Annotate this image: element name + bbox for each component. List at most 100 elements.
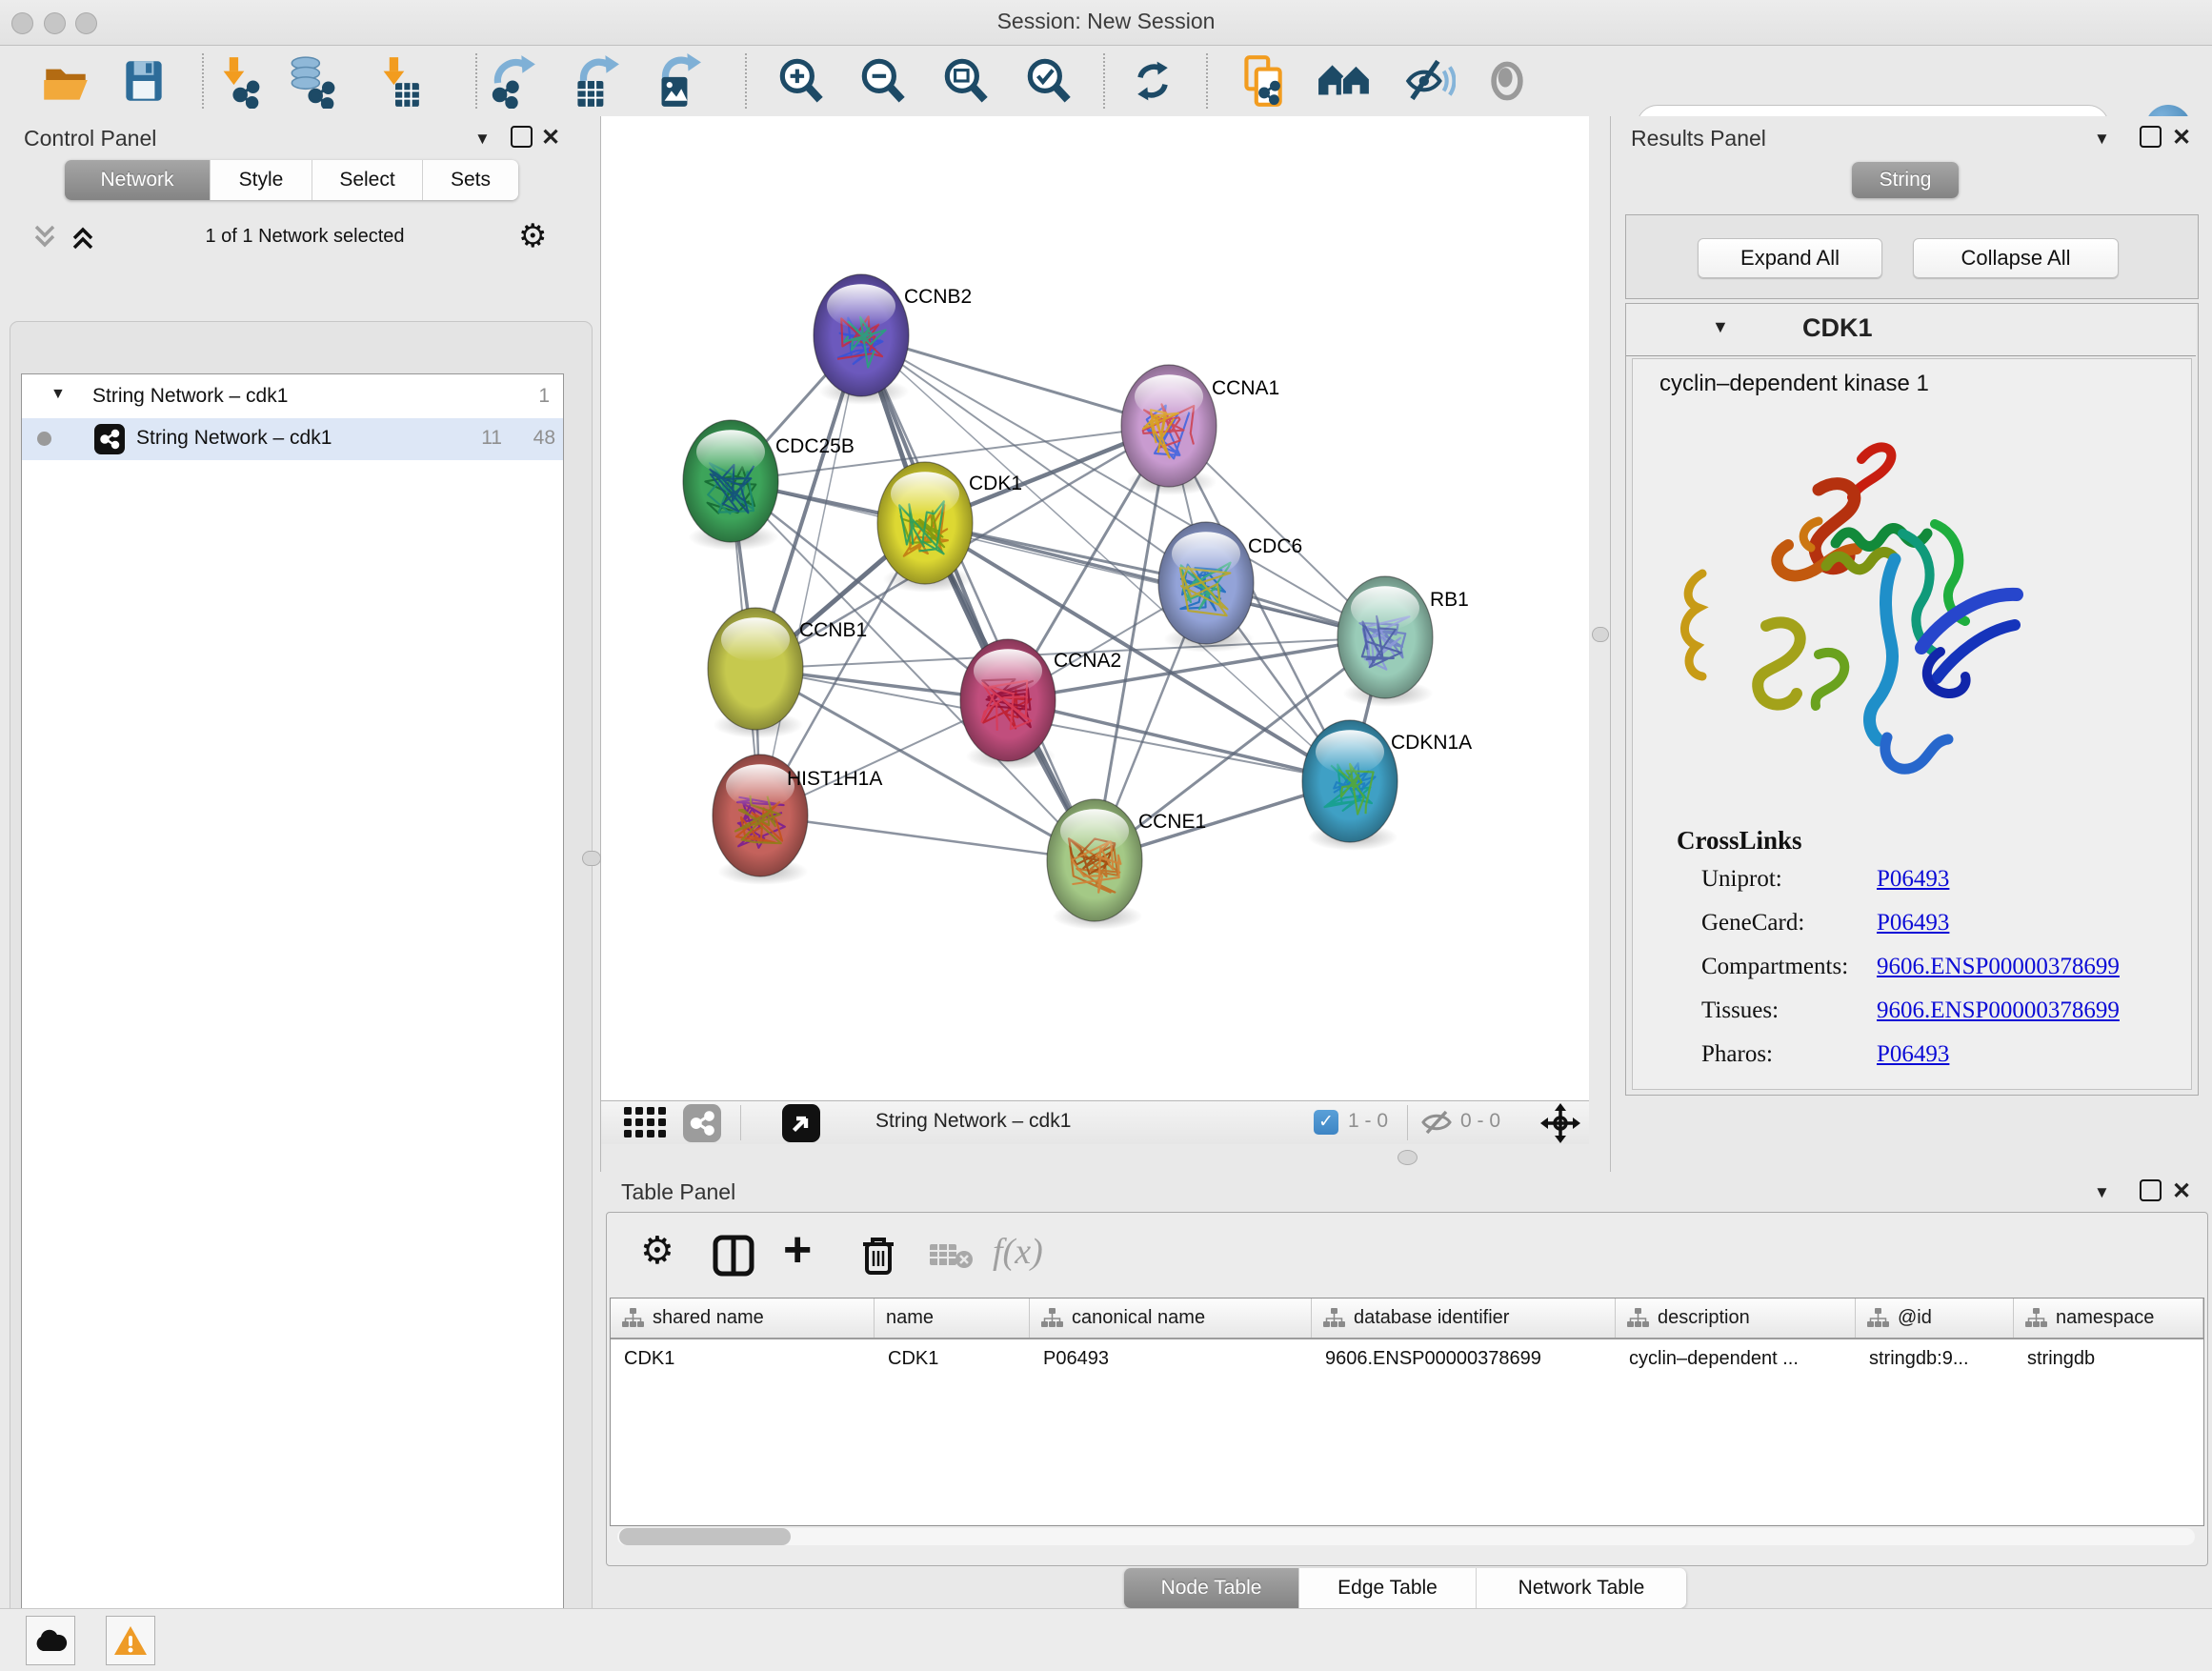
navigator-crosshair-icon[interactable] <box>1540 1103 1580 1143</box>
crosslink-row: Pharos:P06493 <box>1633 1041 2191 1079</box>
zoom-out-icon[interactable] <box>855 53 911 109</box>
expand-all-icon[interactable] <box>69 223 97 252</box>
crosslink-value-link[interactable]: 9606.ENSP00000378699 <box>1877 954 2120 980</box>
node-cdc25b[interactable] <box>683 420 779 551</box>
add-column-icon[interactable]: + <box>783 1221 812 1278</box>
edge-hist1h1a-ccne1[interactable] <box>760 815 1095 860</box>
hidden-eye-icon <box>1420 1110 1453 1135</box>
first-neighbors-icon[interactable] <box>1317 53 1372 109</box>
save-session-icon[interactable] <box>116 53 171 109</box>
show-all-icon[interactable] <box>1482 53 1532 109</box>
column-header-shared-name[interactable]: shared name <box>611 1299 875 1338</box>
table-settings-gear-icon[interactable]: ⚙ <box>640 1229 674 1273</box>
import-database-icon[interactable] <box>282 53 337 109</box>
node-table[interactable]: shared namenamecanonical namedatabase id… <box>610 1298 2204 1526</box>
zoom-in-icon[interactable] <box>774 53 829 109</box>
close-panel-icon[interactable]: ✕ <box>541 124 560 151</box>
vertical-splitter[interactable] <box>1589 116 1610 1172</box>
window-title: Session: New Session <box>0 9 2212 34</box>
warning-button[interactable] <box>106 1616 155 1665</box>
column-header-canonical-name[interactable]: canonical name <box>1030 1299 1312 1338</box>
grid-view-icon[interactable] <box>624 1107 668 1139</box>
node-cdk1[interactable] <box>877 462 974 593</box>
column-header--id[interactable]: @id <box>1856 1299 2014 1338</box>
export-image-icon[interactable] <box>648 53 703 109</box>
network-view-share-icon[interactable] <box>683 1104 721 1142</box>
import-table-icon[interactable] <box>368 53 423 109</box>
clone-network-icon[interactable] <box>1235 53 1290 109</box>
refresh-icon[interactable] <box>1128 53 1177 109</box>
node-rb1[interactable] <box>1337 576 1434 707</box>
table-float-icon[interactable]: ▼ <box>2094 1183 2110 1202</box>
export-table-icon[interactable] <box>566 53 621 109</box>
tab-network[interactable]: Network <box>65 160 211 200</box>
tab-string[interactable]: String <box>1852 162 1959 198</box>
cloud-button[interactable] <box>26 1616 75 1665</box>
network-row-selected[interactable]: String Network – cdk1 11 48 <box>22 418 563 460</box>
birdseye-view-icon[interactable] <box>782 1104 820 1142</box>
tab-node-table[interactable]: Node Table <box>1124 1568 1299 1608</box>
tab-network-table[interactable]: Network Table <box>1477 1568 1686 1608</box>
zoom-fit-icon[interactable] <box>938 53 994 109</box>
node-cdkn1a[interactable] <box>1302 720 1398 851</box>
crosslink-value-link[interactable]: P06493 <box>1877 910 1949 936</box>
show-columns-icon[interactable] <box>713 1235 754 1277</box>
collapse-all-icon[interactable] <box>30 223 59 252</box>
edge-ccnb2-ccne1[interactable] <box>861 335 1095 860</box>
selected-checkbox-icon[interactable]: ✓ <box>1314 1110 1338 1135</box>
open-session-icon[interactable] <box>38 53 93 109</box>
results-panel-title: Results Panel <box>1631 126 1766 151</box>
results-float-icon[interactable]: ▼ <box>2094 130 2110 149</box>
node-ccnb1[interactable] <box>708 608 804 738</box>
gear-icon[interactable]: ⚙ <box>518 217 547 255</box>
column-header-database-identifier[interactable]: database identifier <box>1312 1299 1616 1338</box>
tab-select[interactable]: Select <box>312 160 423 200</box>
crosslink-value-link[interactable]: P06493 <box>1877 1041 1949 1068</box>
table-close-icon[interactable]: ✕ <box>2172 1178 2191 1205</box>
tab-edge-table[interactable]: Edge Table <box>1299 1568 1477 1608</box>
network-node-count: 11 <box>451 427 502 450</box>
maximize-panel-icon[interactable] <box>511 126 533 148</box>
tab-sets[interactable]: Sets <box>423 160 518 200</box>
column-header-description[interactable]: description <box>1616 1299 1856 1338</box>
zoom-selected-icon[interactable] <box>1021 53 1076 109</box>
crosslink-value-link[interactable]: 9606.ENSP00000378699 <box>1877 997 2120 1024</box>
node-cdc6[interactable] <box>1158 522 1255 653</box>
edge-cdk1-rb1[interactable] <box>925 523 1385 637</box>
column-header-name[interactable]: name <box>875 1299 1030 1338</box>
table-hscrollbar-thumb[interactable] <box>619 1528 791 1545</box>
right-splitter-handle[interactable] <box>1592 627 1609 642</box>
left-splitter-handle[interactable] <box>582 851 601 866</box>
protein-expander-icon[interactable]: ▼ <box>1712 317 1729 337</box>
crosslink-value-link[interactable]: P06493 <box>1877 866 1949 893</box>
expand-all-button[interactable]: Expand All <box>1698 238 1882 278</box>
title-bar: Session: New Session <box>0 0 2212 46</box>
results-maximize-icon[interactable] <box>2140 126 2162 148</box>
table-row[interactable]: CDK1CDK1P064939606.ENSP00000378699cyclin… <box>611 1339 2203 1378</box>
column-header-namespace[interactable]: namespace <box>2014 1299 2203 1338</box>
network-collection-row[interactable]: ▼ String Network – cdk1 1 <box>22 376 563 418</box>
cloud-icon <box>33 1628 68 1653</box>
node-ccne1[interactable] <box>1047 799 1143 930</box>
node-ccna2[interactable] <box>960 639 1056 770</box>
bottom-splitter-handle[interactable] <box>1398 1150 1418 1165</box>
node-ccna1[interactable] <box>1121 365 1217 495</box>
float-panel-icon[interactable]: ▼ <box>474 130 491 149</box>
tree-expander-icon[interactable]: ▼ <box>50 386 66 403</box>
table-cell: CDK1 <box>875 1348 1030 1370</box>
delete-column-icon[interactable] <box>859 1235 897 1277</box>
network-canvas[interactable]: CCNB2CCNA1CDC25BCDK1CDC6RB1CCNB1CCNA2CDK… <box>601 116 1589 1100</box>
table-hscrollbar[interactable] <box>617 1528 2195 1545</box>
table-cell: stringdb <box>2014 1348 2203 1370</box>
export-network-icon[interactable] <box>484 53 539 109</box>
table-maximize-icon[interactable] <box>2140 1179 2162 1201</box>
node-ccnb2[interactable] <box>814 274 910 405</box>
hide-selected-icon[interactable] <box>1400 53 1456 109</box>
collapse-all-button[interactable]: Collapse All <box>1913 238 2119 278</box>
tab-style[interactable]: Style <box>211 160 312 200</box>
import-network-icon[interactable] <box>208 53 263 109</box>
control-panel-tabs: Network Style Select Sets <box>65 160 518 200</box>
results-close-icon[interactable]: ✕ <box>2172 124 2191 151</box>
edge-ccnb2-hist1h1a[interactable] <box>760 335 861 815</box>
control-panel-title: Control Panel <box>24 126 156 151</box>
